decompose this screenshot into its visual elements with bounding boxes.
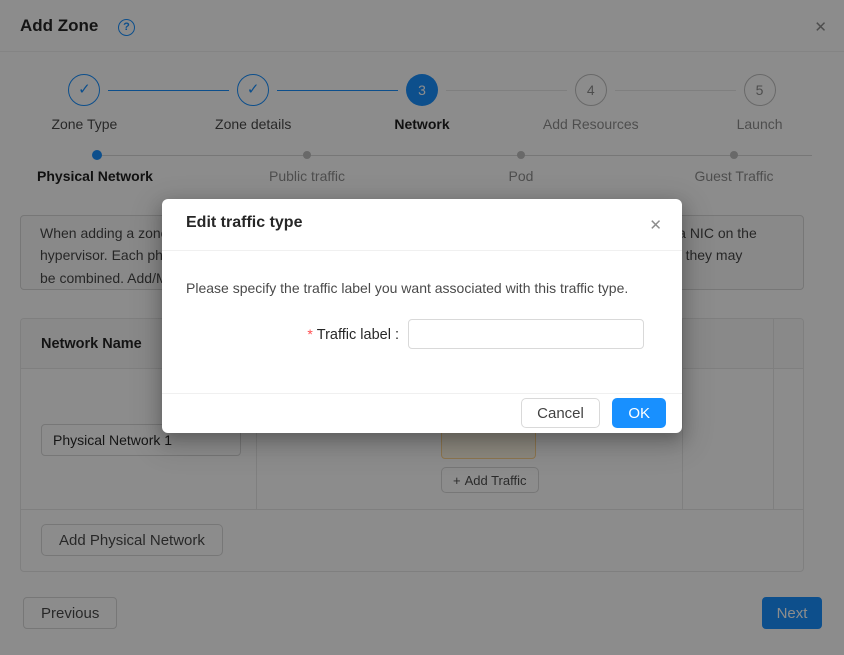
ok-label: OK [628,405,650,422]
field-label-text: Traffic label [317,327,391,343]
edit-traffic-type-dialog: Edit traffic type ✕ Please specify the t… [162,199,682,433]
cancel-label: Cancel [537,405,584,422]
traffic-label-form-row: * Traffic label : [186,319,658,349]
add-zone-wizard: Add Zone ? ✕ ✓ Zone Type ✓ Zone details … [0,0,844,655]
cancel-button[interactable]: Cancel [521,398,600,428]
traffic-label-input[interactable] [408,319,644,349]
modal-title: Edit traffic type [186,214,302,231]
modal-body: Please specify the traffic label you wan… [162,251,682,393]
field-label-colon: : [391,327,399,343]
required-asterisk: * [307,326,312,342]
modal-footer: Cancel OK [162,393,682,433]
modal-description: Please specify the traffic label you wan… [186,277,644,299]
ok-button[interactable]: OK [612,398,666,428]
modal-close-icon[interactable]: ✕ [649,216,662,234]
modal-header: Edit traffic type ✕ [162,199,682,251]
traffic-label-label: * Traffic label : [186,326,399,343]
